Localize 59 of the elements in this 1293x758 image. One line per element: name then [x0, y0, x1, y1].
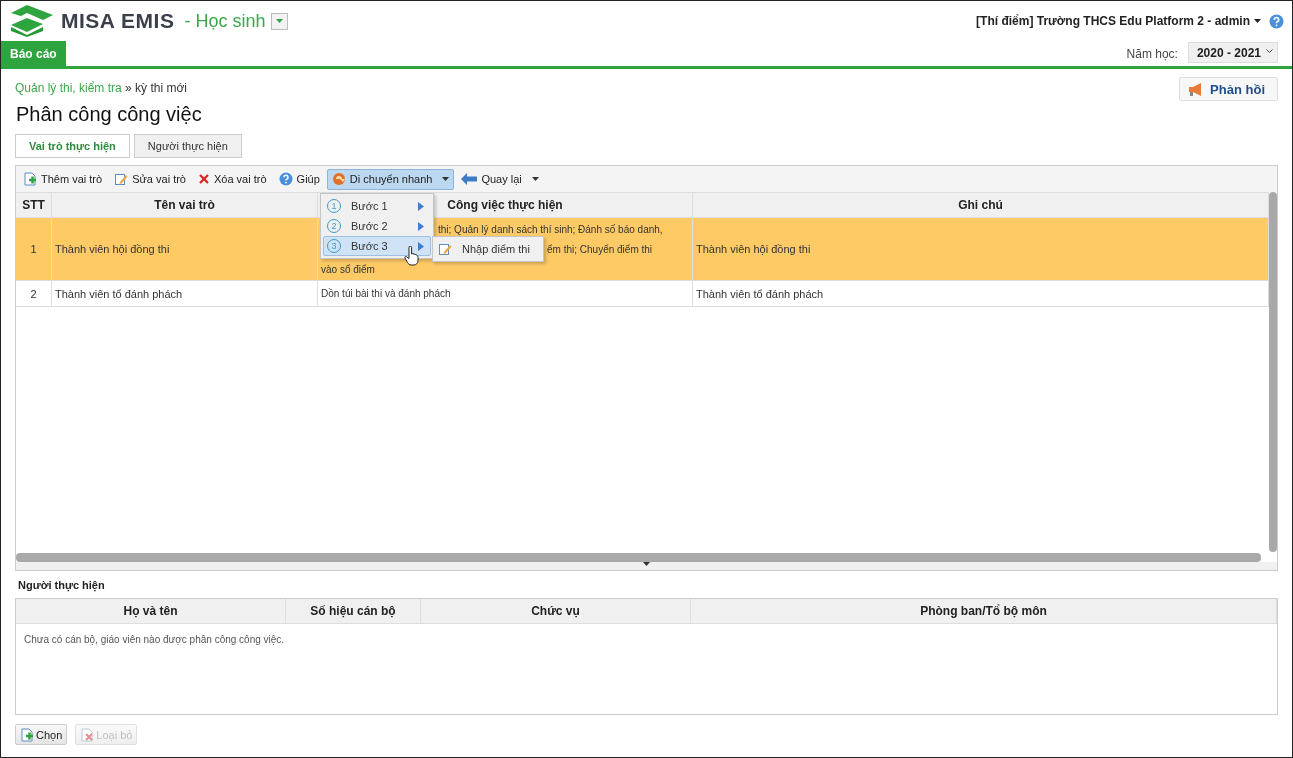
- caret-icon: [1254, 19, 1261, 23]
- left-arrow-icon: [461, 173, 478, 185]
- horizontal-scrollbar[interactable]: [16, 553, 1261, 562]
- toolbar-button[interactable]: Quay lại: [456, 168, 544, 190]
- menu-item-label: Bước 3: [351, 240, 389, 252]
- table-cell: Thành viên tổ đánh phách: [693, 281, 1269, 307]
- splitter-handle[interactable]: [16, 562, 1277, 570]
- table-cell: Dồn túi bài thi và đánh phách: [318, 281, 693, 307]
- toolbar-button[interactable]: Di chuyển nhanh: [326, 168, 455, 190]
- document-cross-icon: [80, 727, 95, 742]
- page-title: Phân công công việc: [16, 103, 203, 126]
- logo-text: MISA EMIS: [61, 9, 175, 33]
- empty-message: Chưa có cán bộ, giáo viên nào được phân công công việc.: [23, 633, 286, 647]
- feedback-button[interactable]: Phản hồi: [1179, 77, 1278, 101]
- column-header[interactable]: Họ và tên: [16, 599, 286, 624]
- help-icon[interactable]: [1269, 13, 1284, 29]
- column-header[interactable]: STT: [16, 193, 52, 218]
- menu-item[interactable]: 2 Bước 2: [323, 216, 431, 236]
- toolbar-button[interactable]: Sửa vai trò: [109, 168, 191, 190]
- column-header[interactable]: Ghi chú: [693, 193, 1269, 218]
- toolbar-button[interactable]: Xóa vai trò: [193, 168, 272, 190]
- column-header[interactable]: Số hiệu cán bộ: [286, 599, 421, 624]
- action-button[interactable]: Chọn: [15, 724, 68, 745]
- document-plus-icon: [20, 727, 34, 742]
- table-cell: 2: [16, 281, 52, 307]
- menu-item[interactable]: 3 Bước 3: [323, 236, 431, 256]
- toolbar-button[interactable]: Giúp: [273, 168, 325, 190]
- caret-icon: [442, 177, 450, 181]
- submenu-item[interactable]: Nhập điểm thi: [435, 239, 541, 259]
- vertical-scrollbar[interactable]: [1269, 192, 1277, 552]
- breadcrumb-current: » kỳ thi mới: [124, 81, 187, 95]
- menu-item-label: Bước 2: [351, 220, 389, 232]
- menu-item[interactable]: 1 Bước 1: [323, 196, 431, 216]
- menu-item-label: Bước 1: [351, 200, 389, 212]
- chevron-icon: [1266, 49, 1273, 54]
- column-header[interactable]: Phòng ban/Tổ bộ môn: [691, 599, 1277, 624]
- column-header[interactable]: Chức vụ: [421, 599, 691, 624]
- table-cell: Thành viên tổ đánh phách: [52, 281, 318, 307]
- table-cell: 1: [16, 218, 52, 281]
- section-title: Người thực hiện: [18, 579, 106, 591]
- column-header[interactable]: Tên vai trò: [52, 193, 318, 218]
- help-icon: [278, 172, 293, 186]
- account-menu[interactable]: [Thí điểm] Trường THCS Edu Platform 2 - admin: [976, 14, 1250, 28]
- caret-icon: [531, 177, 539, 181]
- school-year-label: Năm học:: [1126, 46, 1178, 61]
- module-title: - Học sinh: [184, 10, 266, 32]
- document-plus-icon: [23, 172, 37, 186]
- toolbar-button[interactable]: Thêm vai trò: [18, 168, 108, 190]
- pencil-note-icon: [114, 172, 129, 186]
- caret-icon: [276, 19, 284, 23]
- close-icon: [198, 173, 210, 185]
- table-cell: Thành viên hội đồng thi: [52, 218, 318, 281]
- school-year-select[interactable]: 2020 - 2021: [1187, 42, 1278, 63]
- pencil-note-icon: [438, 242, 452, 256]
- module-dropdown[interactable]: [271, 12, 289, 30]
- table-cell: Thành viên hội đồng thi: [693, 218, 1269, 281]
- hand-cursor-icon: [404, 246, 420, 266]
- tab[interactable]: Người thực hiện: [133, 134, 242, 158]
- tab[interactable]: Vai trò thực hiện: [15, 134, 130, 158]
